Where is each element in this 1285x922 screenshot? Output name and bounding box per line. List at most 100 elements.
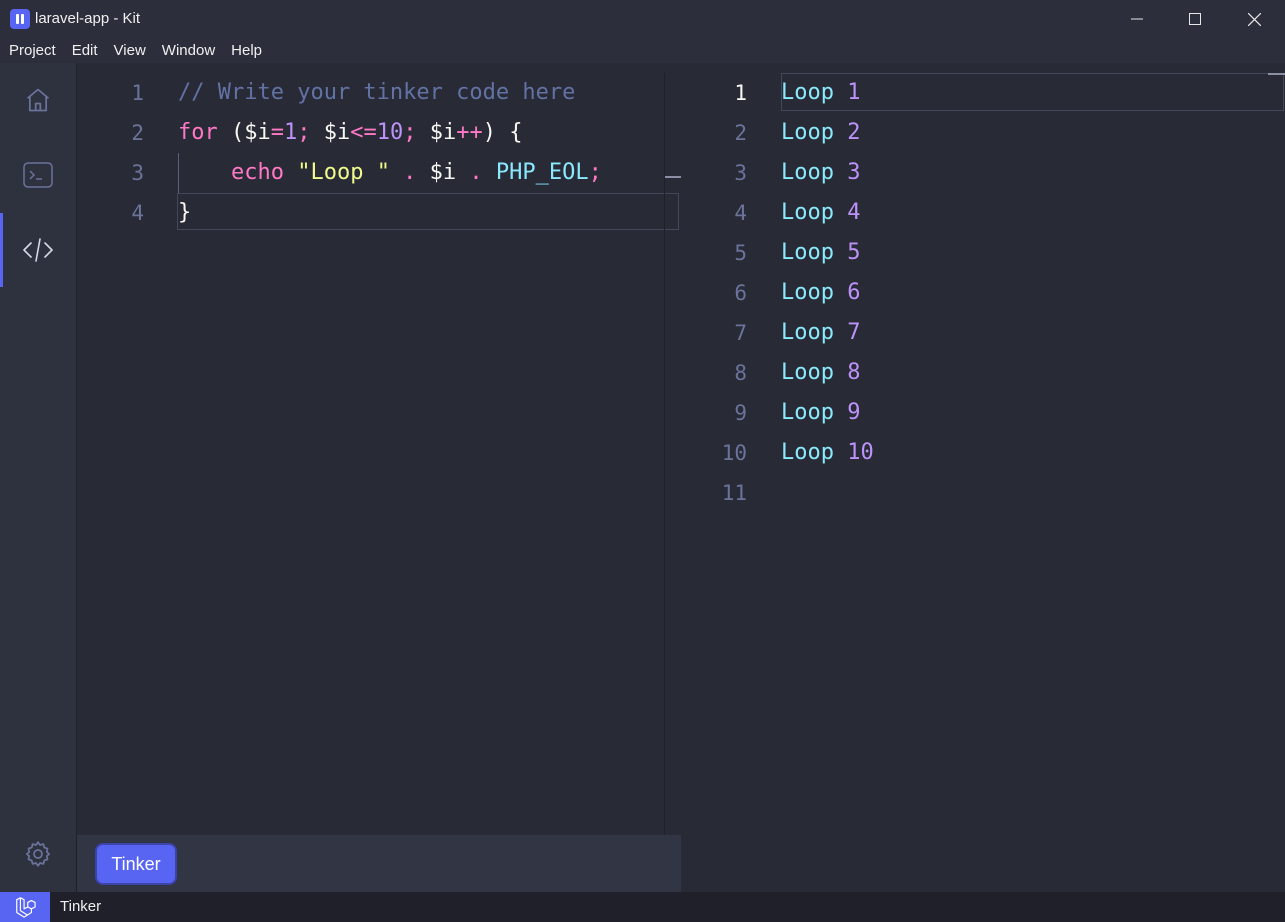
menu-project[interactable]: Project (1, 38, 64, 63)
laravel-icon (16, 897, 36, 918)
menu-bar: Project Edit View Window Help (0, 38, 1285, 63)
output-text: Loop 5 (781, 233, 860, 273)
menu-view[interactable]: View (106, 38, 154, 63)
sidebar-item-terminal[interactable] (0, 138, 76, 212)
output-line-number: 9 (734, 401, 747, 425)
code-token: $i (416, 160, 457, 185)
line-number: 4 (131, 201, 144, 225)
code-token: ) { (482, 120, 523, 145)
app-logo-icon (10, 9, 30, 29)
output-word: Loop (781, 80, 834, 105)
output-line-number: 5 (734, 241, 747, 265)
line-number: 3 (131, 161, 144, 185)
scrollbar-thumb[interactable] (665, 176, 681, 178)
tinker-button[interactable]: Tinker (97, 845, 175, 883)
code-token: ; (297, 120, 311, 145)
minimize-button[interactable] (1108, 0, 1166, 38)
terminal-icon (23, 162, 53, 188)
code-token: ; (588, 160, 602, 185)
output-text: Loop 8 (781, 353, 860, 393)
tinker-toolbar: Tinker (77, 835, 681, 892)
output-line-number: 6 (734, 281, 747, 305)
output-word: Loop (781, 240, 834, 265)
sidebar (0, 63, 77, 892)
minimize-icon (1131, 18, 1143, 20)
sidebar-item-code[interactable] (0, 213, 76, 287)
code-text: for ($i=1; $i<=10; $i++) { (178, 113, 522, 153)
code-token: $i (416, 120, 457, 145)
code-token: PHP_EOL (482, 160, 589, 185)
status-logo[interactable] (0, 892, 50, 922)
menu-window[interactable]: Window (154, 38, 223, 63)
close-button[interactable] (1225, 0, 1283, 38)
output-text: Loop 3 (781, 153, 860, 193)
output-text: Loop 1 (781, 73, 860, 113)
output-word: Loop (781, 160, 834, 185)
output-word: Loop (781, 320, 834, 345)
pane-divider[interactable] (664, 73, 665, 835)
maximize-button[interactable] (1166, 0, 1224, 38)
code-token: for (178, 120, 218, 145)
gear-icon (25, 841, 51, 867)
code-editor[interactable]: 1 // Write your tinker code here 2 for ($i=… (77, 73, 679, 835)
output-word: Loop (781, 200, 834, 225)
output-line-number: 10 (721, 441, 747, 465)
output-scrollbar-thumb[interactable] (1268, 73, 1285, 75)
output-number: 8 (847, 360, 861, 385)
code-token: echo (230, 160, 284, 185)
code-text: echo "Loop " . $i . PHP_EOL; (178, 153, 602, 193)
home-icon (26, 88, 50, 112)
sidebar-item-settings[interactable] (0, 817, 76, 891)
status-text: Tinker (60, 898, 102, 915)
line-number: 1 (131, 81, 144, 105)
code-token: . (389, 160, 417, 185)
code-token: ; (403, 120, 417, 145)
maximize-icon (1189, 13, 1201, 25)
output-word: Loop (781, 440, 834, 465)
title-bar: laravel-app - Kit (0, 0, 1285, 38)
window-title: laravel-app - Kit (35, 10, 141, 27)
code-token: ($i (217, 120, 271, 145)
code-token: "Loop " (297, 160, 390, 185)
sidebar-item-home[interactable] (0, 63, 76, 137)
output-number: 1 (847, 80, 861, 105)
output-number: 6 (847, 280, 861, 305)
line-number: 2 (131, 121, 144, 145)
menu-help[interactable]: Help (223, 38, 270, 63)
code-token: . (456, 160, 483, 185)
output-number: 10 (847, 440, 874, 465)
code-icon (23, 238, 53, 262)
output-line-number: 8 (734, 361, 747, 385)
output-word: Loop (781, 400, 834, 425)
output-line-number: 4 (734, 201, 747, 225)
menu-edit[interactable]: Edit (64, 38, 106, 63)
output-text: Loop 7 (781, 313, 860, 353)
output-number: 9 (847, 400, 861, 425)
output-line-number: 11 (721, 481, 747, 505)
code-token: 10 (376, 120, 404, 145)
output-line-number: 2 (734, 121, 747, 145)
code-token: } (178, 200, 192, 225)
status-bar: Tinker (0, 892, 1285, 922)
code-token: 1 (283, 120, 298, 145)
output-number: 2 (847, 120, 861, 145)
close-icon (1247, 12, 1261, 26)
output-number: 3 (847, 160, 861, 185)
code-token: ++ (456, 120, 483, 145)
output-text: Loop 6 (781, 273, 860, 313)
current-line-highlight (177, 193, 679, 230)
code-token: // Write your tinker code here (178, 80, 576, 105)
output-line-number: 1 (734, 81, 747, 105)
output-number: 7 (847, 320, 861, 345)
output-line-number: 3 (734, 161, 747, 185)
output-word: Loop (781, 280, 834, 305)
code-token: = (270, 120, 284, 145)
output-pane[interactable]: 1 Loop 1 2 Loop 2 3 Loop 3 4 Loop 4 5 Loop 5 6 Loop… (681, 73, 1285, 892)
output-number: 4 (847, 200, 861, 225)
code-text: // Write your tinker code here (178, 73, 575, 113)
output-text: Loop 4 (781, 193, 860, 233)
code-text: } (178, 193, 191, 233)
code-token: $i (310, 120, 351, 145)
